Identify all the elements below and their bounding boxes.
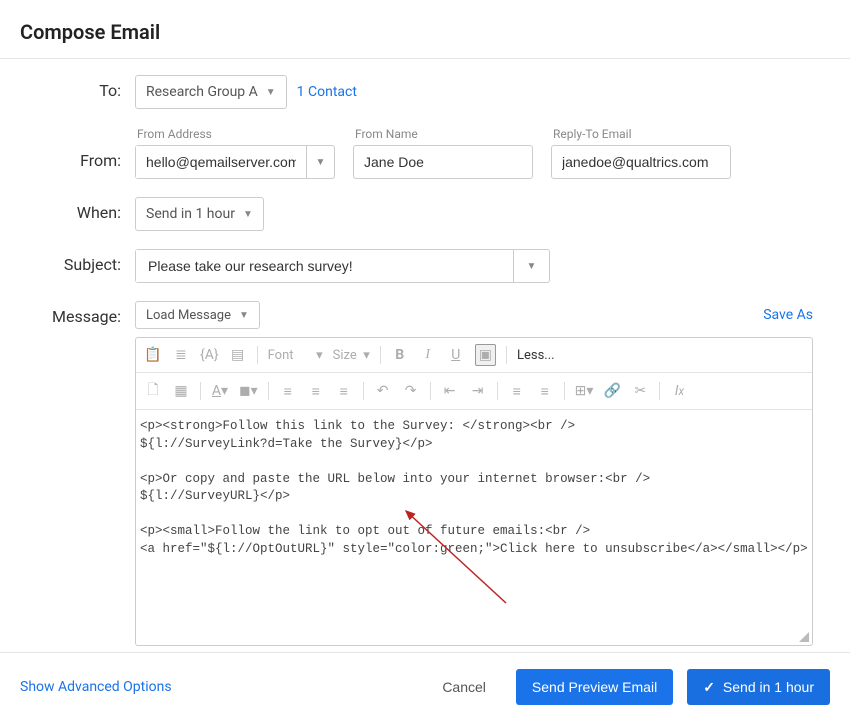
- advanced-options-link[interactable]: Show Advanced Options: [20, 679, 172, 695]
- row-when: When: Send in 1 hour ▼: [20, 197, 830, 231]
- to-group-value: Research Group A: [146, 84, 258, 100]
- align-right-icon[interactable]: ≡: [335, 383, 353, 400]
- bold-icon[interactable]: B: [391, 347, 409, 363]
- link-icon[interactable]: 🔗: [603, 383, 621, 399]
- contacts-link[interactable]: 1 Contact: [297, 84, 357, 100]
- from-name-label: From Name: [353, 127, 533, 141]
- subject-input[interactable]: [136, 250, 513, 282]
- image-icon[interactable]: ▤: [229, 347, 247, 363]
- template-icon[interactable]: ▦: [172, 383, 190, 399]
- when-dropdown[interactable]: Send in 1 hour ▼: [135, 197, 264, 231]
- align-center-icon[interactable]: ≡: [307, 383, 325, 400]
- toolbar-row-2: 🗋 ▦ A▾ ◼▾ ≡ ≡ ≡ ↶ ↷ ⇤ ⇥ ≡: [136, 373, 812, 410]
- when-value: Send in 1 hour: [146, 206, 235, 222]
- italic-icon[interactable]: I: [419, 347, 437, 363]
- subject-field[interactable]: ▼: [135, 249, 550, 283]
- resize-handle[interactable]: [798, 631, 810, 643]
- annotation-arrow: [396, 503, 516, 613]
- less-toggle[interactable]: Less...: [517, 348, 555, 363]
- bg-color-icon[interactable]: ◼▾: [239, 383, 258, 399]
- from-address-input[interactable]: [136, 146, 306, 178]
- reply-to-block: Reply-To Email: [551, 127, 731, 179]
- font-dropdown[interactable]: Font ▾: [268, 348, 323, 363]
- list-icon[interactable]: ≣: [172, 347, 190, 363]
- to-group-dropdown[interactable]: Research Group A ▼: [135, 75, 287, 109]
- toolbar-row-1: 📋 ≣ {A} ▤ Font ▾ Size ▾ B I U ▣ Less...: [136, 338, 812, 373]
- row-to: To: Research Group A ▼ 1 Contact: [20, 75, 830, 109]
- redo-icon[interactable]: ↷: [402, 383, 420, 399]
- label-to: To:: [20, 75, 135, 100]
- label-from: From:: [20, 127, 135, 170]
- cancel-button[interactable]: Cancel: [426, 669, 502, 705]
- source-icon[interactable]: ▣: [475, 344, 496, 366]
- text-color-icon[interactable]: A▾: [211, 383, 229, 399]
- numbered-list-icon[interactable]: ≡: [508, 383, 526, 400]
- check-icon: ✓: [703, 679, 715, 696]
- send-button[interactable]: ✓ Send in 1 hour: [687, 669, 830, 705]
- outdent-icon[interactable]: ⇤: [441, 383, 459, 399]
- reply-to-label: Reply-To Email: [551, 127, 731, 141]
- load-message-label: Load Message: [146, 308, 231, 323]
- from-name-block: From Name: [353, 127, 533, 179]
- row-message: Message: Load Message ▼ Save As 📋 ≣ {A} …: [20, 301, 830, 646]
- from-name-input[interactable]: [353, 145, 533, 179]
- save-as-link[interactable]: Save As: [763, 307, 813, 323]
- label-message: Message:: [20, 301, 135, 326]
- from-address-label: From Address: [135, 127, 335, 141]
- send-preview-button[interactable]: Send Preview Email: [516, 669, 673, 705]
- from-address-field[interactable]: ▼: [135, 145, 335, 179]
- header: Compose Email: [0, 0, 850, 59]
- bullet-list-icon[interactable]: ≡: [536, 383, 554, 400]
- compose-form: To: Research Group A ▼ 1 Contact From: F…: [0, 59, 850, 646]
- send-button-label: Send in 1 hour: [723, 679, 814, 695]
- load-message-dropdown[interactable]: Load Message ▼: [135, 301, 260, 329]
- reply-to-input[interactable]: [551, 145, 731, 179]
- row-from: From: From Address ▼ From Name Reply-To …: [20, 127, 830, 179]
- editor: 📋 ≣ {A} ▤ Font ▾ Size ▾ B I U ▣ Less...: [135, 337, 813, 646]
- underline-icon[interactable]: U: [447, 347, 465, 363]
- label-subject: Subject:: [20, 249, 135, 274]
- table-icon[interactable]: ⊞▾: [575, 383, 594, 399]
- label-when: When:: [20, 197, 135, 222]
- new-page-icon[interactable]: 🗋: [144, 379, 162, 403]
- from-address-chevron[interactable]: ▼: [306, 146, 334, 178]
- clear-format-icon[interactable]: Ix: [670, 383, 688, 399]
- undo-icon[interactable]: ↶: [374, 383, 392, 399]
- subject-chevron[interactable]: ▼: [513, 250, 549, 282]
- clipboard-icon[interactable]: 📋: [144, 347, 162, 363]
- piped-text-icon[interactable]: {A}: [200, 347, 219, 363]
- chevron-down-icon: ▼: [266, 87, 276, 98]
- align-left-icon[interactable]: ≡: [279, 383, 297, 400]
- unlink-icon[interactable]: ✂: [631, 383, 649, 399]
- from-address-block: From Address ▼: [135, 127, 335, 179]
- indent-icon[interactable]: ⇥: [469, 383, 487, 399]
- size-dropdown[interactable]: Size ▾: [333, 348, 370, 363]
- footer: Show Advanced Options Cancel Send Previe…: [0, 652, 850, 721]
- chevron-down-icon: ▼: [239, 310, 249, 321]
- chevron-down-icon: ▼: [243, 209, 253, 220]
- row-subject: Subject: ▼: [20, 249, 830, 283]
- page-title: Compose Email: [20, 20, 830, 44]
